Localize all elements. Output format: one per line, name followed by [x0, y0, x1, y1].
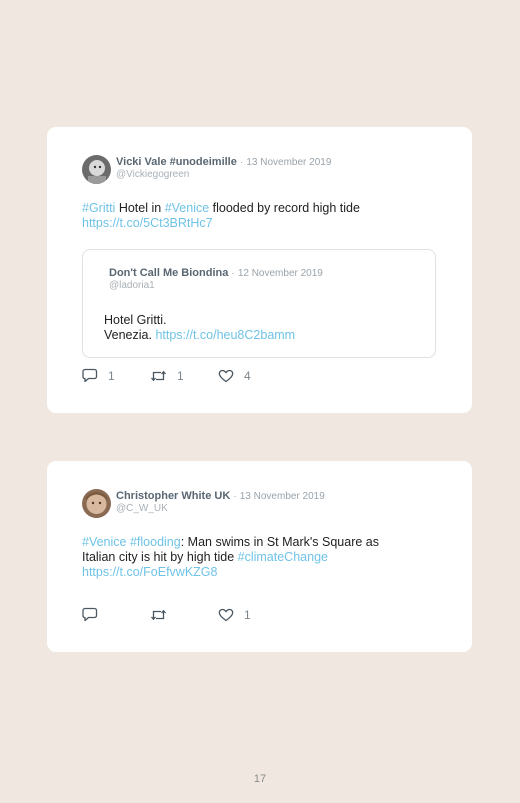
retweet-button[interactable]: 1 — [150, 369, 218, 383]
separator: · — [233, 491, 237, 502]
quoted-text: Hotel Gritti. Venezia. https://t.co/heu8… — [104, 313, 295, 343]
quoted-author-name[interactable]: Don't Call Me Biondina — [109, 267, 228, 279]
like-icon — [218, 608, 234, 622]
tweet-link[interactable]: https://t.co/FoEfvwKZG8 — [82, 565, 217, 579]
like-button[interactable]: 4 — [218, 369, 251, 383]
retweet-icon — [150, 369, 167, 383]
tweet-text-part: flooded by record high tide — [209, 201, 360, 215]
reply-icon — [82, 607, 98, 622]
hashtag[interactable]: #Venice — [165, 201, 209, 215]
hashtag[interactable]: #flooding — [130, 535, 181, 549]
author-handle[interactable]: @Vickiegogreen — [116, 169, 331, 180]
quoted-link[interactable]: https://t.co/heu8C2bamm — [155, 328, 295, 342]
reply-button[interactable]: 1 — [82, 368, 150, 383]
like-button[interactable]: 1 — [218, 608, 251, 622]
separator: · — [239, 157, 244, 168]
reply-icon — [82, 368, 98, 383]
separator: · — [231, 268, 235, 279]
like-icon — [218, 369, 234, 383]
page-number: 17 — [253, 773, 267, 785]
tweet-text: #Gritti Hotel in #Venice flooded by reco… — [82, 201, 422, 231]
tweet-link[interactable]: https://t.co/5Ct3BRtHc7 — [82, 216, 213, 230]
author-handle[interactable]: @C_W_UK — [116, 503, 325, 514]
retweet-button[interactable] — [150, 608, 218, 622]
author-name[interactable]: Christopher White UK — [116, 490, 230, 502]
retweet-count: 1 — [177, 368, 184, 383]
like-count: 4 — [244, 368, 251, 383]
tweet-actions: 1 1 4 — [82, 368, 251, 383]
avatar[interactable] — [82, 155, 111, 184]
tweet-text-part: Italian city is hit by high tide — [82, 550, 238, 564]
quoted-text-line: Hotel Gritti. — [104, 313, 167, 327]
avatar[interactable] — [82, 489, 111, 518]
tweet-header: Christopher White UK · 13 November 2019 … — [82, 489, 325, 518]
quoted-tweet[interactable]: Don't Call Me Biondina · 12 November 201… — [82, 249, 436, 358]
quoted-date[interactable]: 12 November 2019 — [238, 268, 323, 279]
hashtag[interactable]: #Gritti — [82, 201, 115, 215]
quoted-header: Don't Call Me Biondina · 12 November 201… — [109, 267, 323, 291]
quoted-text-line: Venezia. — [104, 328, 156, 342]
tweet-date[interactable]: 13 November 2019 — [246, 157, 331, 168]
retweet-icon — [150, 608, 167, 622]
author-name[interactable]: Vicki Vale #unodeimille — [116, 156, 237, 168]
hashtag[interactable]: #climateChange — [238, 550, 328, 564]
reply-button[interactable] — [82, 607, 150, 622]
tweet-actions: 1 — [82, 607, 251, 622]
quoted-handle[interactable]: @ladoria1 — [109, 280, 323, 291]
tweet-card: Christopher White UK · 13 November 2019 … — [47, 461, 472, 652]
hashtag[interactable]: #Venice — [82, 535, 126, 549]
tweet-card: Vicki Vale #unodeimille · 13 November 20… — [47, 127, 472, 413]
reply-count: 1 — [108, 368, 115, 383]
tweet-date[interactable]: 13 November 2019 — [240, 491, 325, 502]
tweet-header: Vicki Vale #unodeimille · 13 November 20… — [82, 155, 331, 184]
tweet-text-part: : Man swims in St Mark's Square as — [180, 535, 379, 549]
like-count: 1 — [244, 607, 251, 622]
tweet-text-part: Hotel in — [115, 201, 165, 215]
tweet-text: #Venice #flooding: Man swims in St Mark'… — [82, 535, 442, 580]
